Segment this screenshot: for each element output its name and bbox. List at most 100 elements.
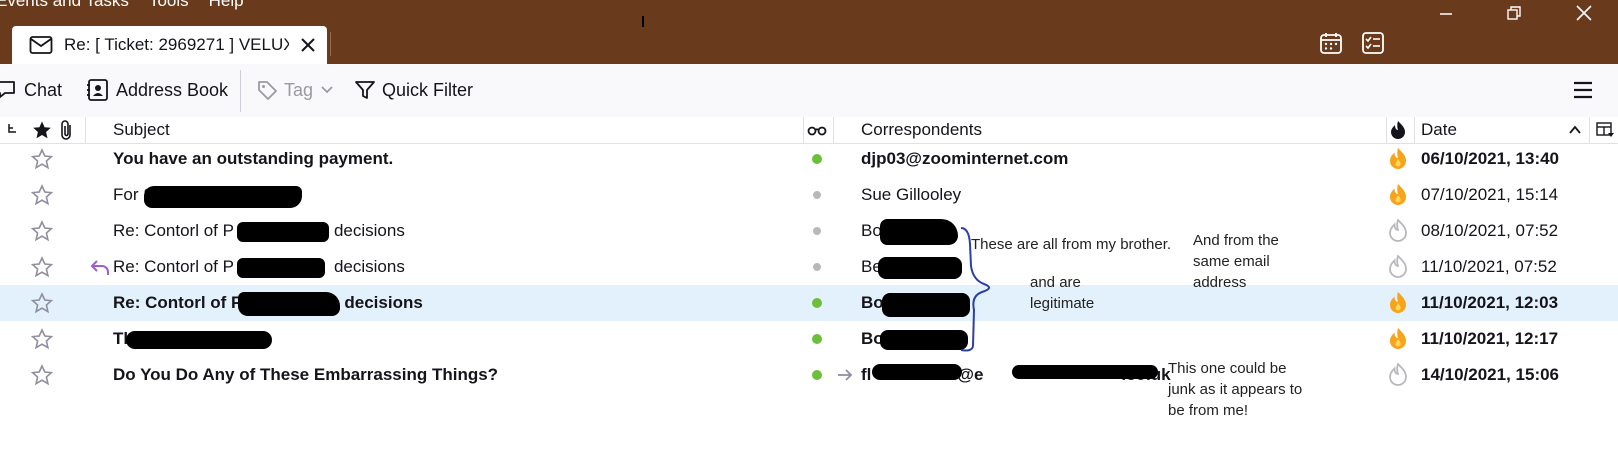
text-cursor [642,16,644,27]
message-row[interactable]: Re: Contorl of P decisions Be 11/10/2021… [0,249,1618,285]
paperclip-icon [61,120,71,140]
thread-icon [8,124,16,133]
address-book-icon [87,79,108,101]
glasses-icon [807,126,827,136]
read-dot-icon[interactable] [813,191,821,199]
redaction-mark [238,292,340,316]
subject-column-header[interactable]: Subject [113,117,170,143]
message-row[interactable]: For S Sue Gillooley 07/10/2021, 15:14 [0,177,1618,213]
read-dot-icon[interactable] [813,227,821,235]
redaction-mark [237,222,329,242]
thread-column-header[interactable] [6,117,20,143]
menu-tools[interactable]: Tools [149,0,189,15]
column-separator [833,117,834,143]
annotation-line: and are [1030,274,1081,291]
tag-button[interactable]: Tag [256,74,341,106]
flame-icon[interactable] [1386,141,1410,177]
message-correspondent: Bo [861,285,884,321]
star-icon[interactable] [30,177,54,213]
tab-close-icon[interactable] [297,34,319,56]
star-icon[interactable] [30,249,54,285]
message-date: 11/10/2021, 12:03 [1421,293,1559,312]
flame-icon[interactable] [1386,177,1410,213]
annotation-line: These are all from my brother. [971,236,1172,253]
read-dot-icon[interactable] [813,263,821,271]
unread-dot-icon[interactable] [812,154,822,164]
message-correspondent: djp03@zoominternet.com [861,149,1069,168]
redaction-mark [878,257,962,279]
starred-column-header[interactable] [32,117,52,143]
close-window-button[interactable] [1560,0,1608,26]
address-book-button[interactable]: Address Book [86,74,228,106]
flame-outline-icon[interactable] [1386,213,1410,249]
read-status-column-header[interactable] [807,117,827,143]
message-row[interactable]: Do You Do Any of These Embarrassing Thin… [0,357,1618,393]
message-row[interactable]: Re: Contorl of P decisions Bo 08/10/2021… [0,213,1618,249]
star-icon[interactable] [30,141,54,177]
close-icon [1576,5,1592,21]
menu-bar: Events and Tasks Tools Help [0,0,244,15]
column-separator [85,117,86,143]
attachment-column-header[interactable] [58,117,76,143]
unread-dot-icon[interactable] [812,334,822,344]
flame-icon [1391,121,1405,139]
minimize-icon [1440,13,1452,15]
chevron-down-icon [321,86,333,94]
column-separator [803,117,804,143]
message-date: 11/10/2021, 12:17 [1421,329,1559,348]
flame-icon[interactable] [1386,321,1410,357]
quick-filter-button[interactable]: Quick Filter [354,74,473,106]
unread-dot-icon[interactable] [812,298,822,308]
annotation-line: This one could be [1168,360,1287,377]
correspondent-visible-part: Bo [861,293,884,312]
redaction-mark [126,331,272,349]
tasks-icon[interactable] [1358,28,1388,58]
minimize-button[interactable] [1422,0,1470,26]
junk-column-header[interactable] [1389,117,1407,143]
flame-outline-icon[interactable] [1386,249,1410,285]
title-bar: Events and Tasks Tools Help Re: [ Ticket… [0,0,1618,64]
restore-icon [1507,6,1521,20]
tab-message[interactable]: Re: [ Ticket: 2969271 ] VELUX [12,26,327,64]
subject-visible-part: Re: Contorl of P [113,293,243,312]
mail-toolbar: Chat Address Book Tag Quick Filter [0,64,1618,118]
tab-separator [330,32,331,56]
annotation-line: legitimate [1030,295,1095,312]
chat-button[interactable]: Chat [0,74,62,106]
star-icon[interactable] [30,285,54,321]
subject-visible-part: Re: Contorl of P [113,221,234,240]
message-date: 14/10/2021, 15:06 [1421,365,1560,384]
date-column-header[interactable]: Date [1421,117,1457,143]
annotation-line: same email [1193,253,1270,270]
menu-help[interactable]: Help [209,0,244,15]
column-separator [1414,117,1415,143]
restore-button[interactable] [1490,0,1538,26]
star-icon[interactable] [30,213,54,249]
star-icon[interactable] [30,321,54,357]
message-row-selected[interactable]: Re: Contorl of P decisions Bo 11/10/2021… [0,285,1618,321]
flame-outline-icon[interactable] [1386,357,1410,393]
message-row[interactable]: You have an outstanding payment. djp03@z… [0,141,1618,177]
flame-icon[interactable] [1386,285,1410,321]
sort-ascending-icon[interactable] [1568,117,1582,143]
toolbar-separator [240,70,241,112]
app-menu-button[interactable] [1572,74,1600,106]
message-date: 07/10/2021, 15:14 [1421,185,1559,204]
annotation-line: be from me! [1168,402,1249,419]
outgoing-arrow-icon [836,357,854,393]
star-icon[interactable] [30,357,54,393]
menu-events-and-tasks[interactable]: Events and Tasks [0,0,129,15]
message-subject: You have an outstanding payment. [113,149,394,168]
subject-visible-part: decisions [333,257,405,276]
subject-visible-part: decisions [344,293,423,312]
correspondents-column-header[interactable]: Correspondents [861,117,982,143]
column-picker-icon[interactable] [1596,117,1614,143]
correspondent-visible-part: Bo [861,221,882,240]
quick-filter-label: Quick Filter [382,79,474,100]
redaction-mark [872,364,962,380]
message-row[interactable]: Th Bo 11/10/2021, 12:17 [0,321,1618,357]
filter-icon [355,81,375,99]
calendar-icon[interactable] [1316,28,1346,58]
unread-dot-icon[interactable] [812,370,822,380]
chat-icon [0,81,15,98]
